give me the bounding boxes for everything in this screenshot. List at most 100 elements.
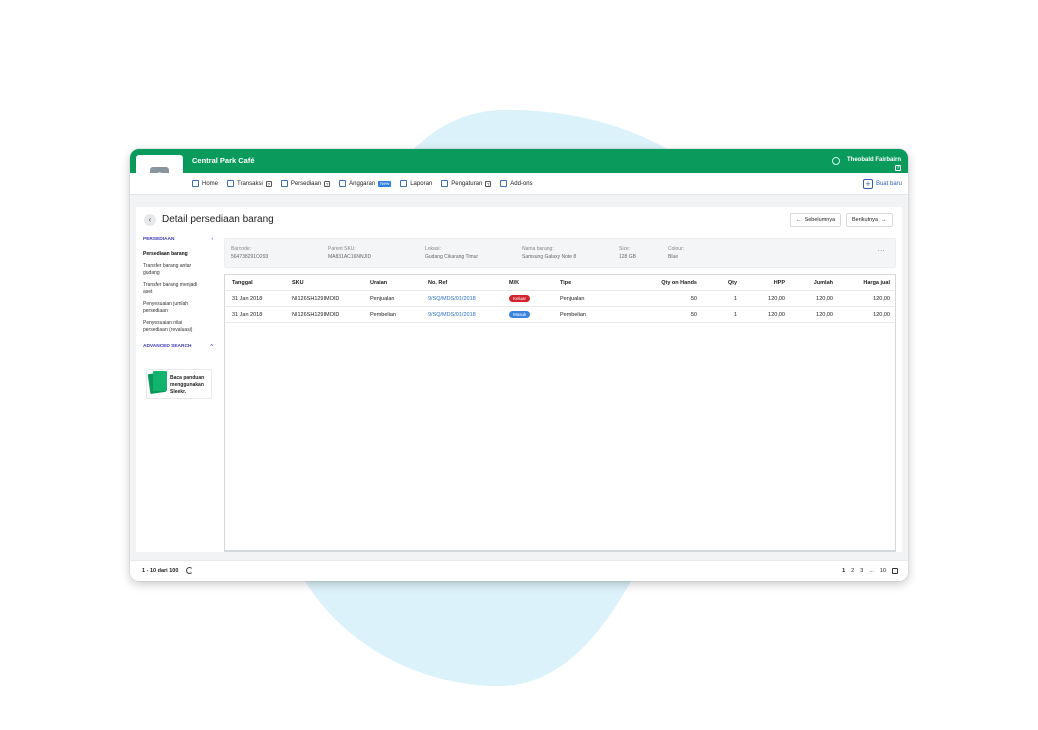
chevron-left-icon: ‹ — [211, 237, 213, 242]
page-10[interactable]: 10 — [880, 568, 886, 574]
help-icon[interactable]: ? — [324, 180, 331, 187]
table-header-row: Tanggal SKU Uraian No. Ref M/K Tipe Qty … — [225, 275, 895, 291]
nav-bar: Home Transaksi? Persediaan? Anggaran New Lapo… — [130, 173, 908, 195]
page-1[interactable]: 1 — [842, 568, 845, 574]
info-field: Size: 128 GB — [619, 245, 636, 261]
budget-icon — [339, 180, 347, 187]
report-icon — [400, 180, 408, 187]
info-field-label: Parent SKU: — [328, 246, 356, 252]
header-uraian[interactable]: Uraian — [370, 280, 387, 286]
nav-item-label: Add-ons — [510, 180, 533, 187]
create-new-button[interactable]: + Buat baru — [862, 179, 902, 189]
info-field: Nama barang: Samsung Galaxy Note 8 — [522, 245, 576, 261]
advanced-search-toggle[interactable]: ADVANCED SEARCH ^ — [136, 344, 218, 349]
status-badge: Keluar — [509, 295, 531, 302]
user-menu[interactable]: Theobald Fairbairn ? — [847, 156, 901, 172]
header-qty[interactable]: Qty — [728, 280, 737, 286]
book-front-icon — [153, 371, 167, 391]
nav-item-label: Transaksi — [237, 180, 263, 187]
cell-hpp: 120,00 — [768, 296, 785, 302]
sidebar: PERSEDIAAN ‹ Persediaan barang Transfer b… — [136, 237, 218, 358]
sidebar-links: Persediaan barang Transfer barang antar g… — [136, 251, 218, 334]
table-row[interactable]: 31 Jan 2018 NI126SH129IMOID Pembelian 9/SQ/… — [225, 307, 895, 323]
cell-harga: 120,00 — [873, 296, 890, 302]
table-row[interactable]: 31 Jan 2018 NI126SH129IMOID Penjualan 9/SQ/… — [225, 291, 895, 307]
page-2[interactable]: 2 — [851, 568, 854, 574]
cell-sku: NI126SH129IMOID — [292, 296, 340, 302]
guide-card[interactable]: Baca panduan menggunakan Sleekr. — [146, 369, 212, 399]
sidebar-section-persediaan[interactable]: PERSEDIAAN ‹ — [136, 237, 218, 242]
nav-item-pengaturan[interactable]: Pengaturan? — [441, 180, 492, 187]
new-badge: New — [378, 180, 392, 187]
cell-noref[interactable]: 9/SQ/MDS/01/2018 — [428, 312, 476, 318]
back-button[interactable]: ‹ — [144, 214, 156, 226]
sidebar-link[interactable]: Penyesuaian jumlah persediaan — [136, 301, 206, 315]
header-qty-on-hands[interactable]: Qty on Hands — [661, 280, 697, 286]
stage: Central Park Café Theobald Fairbairn ? S… — [0, 0, 1038, 730]
cell-harga: 120,00 — [873, 312, 890, 318]
cell-tipe: Pembelian — [560, 312, 586, 318]
sidebar-link[interactable]: Penyesuaian nilai persediaan (revaluasi) — [136, 320, 206, 334]
top-bar: Central Park Café Theobald Fairbairn ? — [130, 149, 908, 173]
cell-qoh: 50 — [690, 312, 697, 318]
sidebar-link[interactable]: Transfer barang antar gudang — [136, 263, 206, 277]
calendar-icon[interactable] — [892, 568, 898, 574]
help-icon[interactable]: ? — [265, 180, 272, 187]
home-icon — [192, 180, 199, 187]
more-options-icon[interactable]: ... — [878, 246, 885, 253]
info-field-label: Barcode: — [231, 246, 252, 252]
info-field-label: Lokasi: — [425, 246, 441, 252]
nav-item-add-ons[interactable]: Add-ons — [500, 180, 533, 187]
cell-qty: 1 — [733, 296, 737, 302]
info-field-value: 564738291O293 — [231, 254, 269, 260]
header-hpp[interactable]: HPP — [774, 280, 785, 286]
nav-item-label: Home — [202, 180, 219, 187]
cell-tanggal: 31 Jan 2018 — [232, 296, 263, 302]
cell-jumlah: 120,00 — [816, 312, 833, 318]
help-icon[interactable]: ? — [485, 180, 492, 187]
content-panel: ‹ Detail persediaan barang ← Sebelumnya … — [136, 207, 902, 552]
create-new-label: Buat baru — [875, 181, 902, 187]
help-icon[interactable]: ? — [895, 165, 901, 171]
previous-button[interactable]: ← Sebelumnya — [790, 213, 842, 227]
header-sku[interactable]: SKU — [292, 280, 304, 286]
info-field: Parent SKU: MA831AC16NNJID — [328, 245, 371, 261]
header-noref[interactable]: No. Ref — [428, 280, 447, 286]
cell-qoh: 50 — [690, 296, 697, 302]
refresh-icon[interactable] — [186, 567, 193, 574]
page-title: Detail persediaan barang — [162, 214, 274, 225]
header-tanggal[interactable]: Tanggal — [232, 280, 253, 286]
info-field: Colour: Blue — [668, 245, 684, 261]
header-harga-jual[interactable]: Harga jual — [863, 280, 890, 286]
nav-item-label: Persediaan — [290, 180, 322, 187]
sidebar-link[interactable]: Transfer barang menjadi aset — [136, 282, 206, 296]
pagination-ellipsis: ... — [869, 568, 874, 574]
info-field: Barcode: 564738291O293 — [231, 245, 268, 261]
header-mk[interactable]: M/K — [509, 280, 519, 286]
addons-icon — [500, 180, 508, 187]
cell-noref[interactable]: 9/SQ/MDS/01/2018 — [428, 296, 476, 302]
advanced-search-label: ADVANCED SEARCH — [143, 344, 192, 349]
info-field-value: Blue — [668, 254, 679, 260]
nav-item-home[interactable]: Home — [192, 180, 218, 187]
nav-item-persediaan[interactable]: Persediaan? — [280, 180, 331, 187]
transaction-icon — [227, 180, 235, 187]
user-name: Theobald Fairbairn — [846, 157, 901, 163]
info-field-value: Samsung Galaxy Note 8 — [522, 254, 577, 260]
nav-item-label: Laporan — [410, 180, 433, 187]
next-button[interactable]: Berikutnya → — [846, 213, 893, 227]
company-name[interactable]: Central Park Café — [192, 156, 255, 165]
cell-mk: Masuk — [509, 311, 531, 318]
nav-item-label: Anggaran — [349, 180, 376, 187]
settings-icon[interactable] — [832, 157, 840, 165]
page-3[interactable]: 3 — [860, 568, 863, 574]
nav-item-anggaran[interactable]: Anggaran New — [339, 180, 392, 187]
nav-item-transaksi[interactable]: Transaksi? — [227, 180, 272, 187]
sidebar-link[interactable]: Persediaan barang — [136, 251, 206, 258]
header-tipe[interactable]: Tipe — [560, 280, 571, 286]
chevron-up-icon: ^ — [210, 344, 213, 349]
cell-tipe: Penjualan — [560, 296, 585, 302]
header-jumlah[interactable]: Jumlah — [814, 280, 833, 286]
inventory-table: Tanggal SKU Uraian No. Ref M/K Tipe Qty … — [224, 274, 896, 552]
nav-item-laporan[interactable]: Laporan — [400, 180, 432, 187]
